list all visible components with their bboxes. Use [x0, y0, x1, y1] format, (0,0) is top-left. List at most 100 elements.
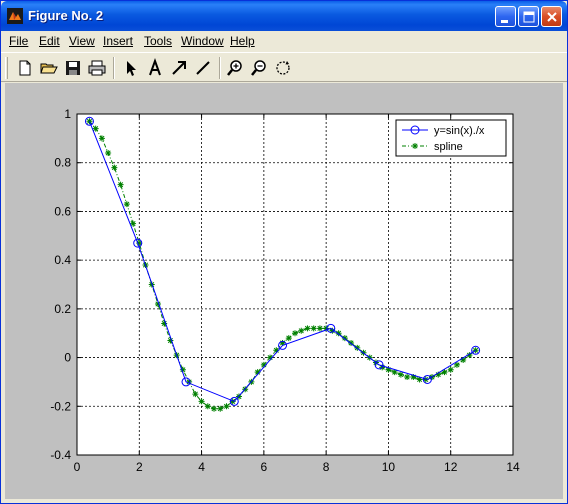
star-marker	[404, 374, 411, 381]
menu-help-label: Help	[230, 34, 255, 48]
star-marker	[117, 181, 124, 188]
menu-bar: File Edit View Insert Tools Window Help	[1, 31, 567, 51]
save-icon[interactable]	[63, 58, 83, 78]
star-marker	[198, 398, 205, 405]
x-tick-label: 12	[444, 460, 458, 474]
menu-help[interactable]: Help	[230, 34, 255, 48]
y-tick-label: -0.2	[50, 399, 71, 413]
menu-window-label: Window	[181, 34, 224, 48]
y-tick-label: 0.4	[54, 253, 71, 267]
star-marker	[292, 330, 298, 337]
axes-background[interactable]	[77, 114, 513, 455]
plot-svg: 0 2 4 6 8 10 12 14 -0.4 -0.2 0 0.2 0.4 0.6 0.8 1 y=sin(…	[50, 107, 520, 474]
star-marker	[111, 164, 118, 171]
window-title: Figure No. 2	[28, 8, 104, 23]
toolbar	[1, 52, 567, 82]
x-tick-label: 0	[74, 460, 81, 474]
spline-point	[304, 325, 311, 332]
menu-file-label: File	[9, 34, 29, 48]
toolbar-separator	[113, 57, 115, 79]
insert-arrow-icon[interactable]	[169, 58, 189, 78]
spline-point	[211, 405, 218, 412]
spline-point	[298, 327, 305, 334]
star-marker	[98, 135, 105, 142]
star-marker	[123, 201, 130, 208]
spline-point	[223, 403, 230, 410]
legend[interactable]: y=sin(x)./x spline	[395, 119, 507, 157]
menu-insert-label: Insert	[103, 34, 134, 48]
x-tick-label: 14	[506, 460, 520, 474]
menu-edit-label: Edit	[39, 34, 60, 48]
figure-window: Figure No. 2 File Edit View Insert Tools…	[0, 0, 568, 504]
spline-point	[292, 330, 298, 337]
star-marker	[192, 391, 199, 398]
spline-point	[123, 201, 130, 208]
menu-view-label: View	[69, 34, 95, 48]
axes-plot-area[interactable]	[77, 114, 513, 455]
spline-point	[310, 325, 317, 332]
star-marker	[105, 149, 112, 156]
minimize-button[interactable]	[495, 6, 516, 27]
x-tick-label: 4	[198, 460, 205, 474]
y-tick-label: 0	[64, 351, 71, 365]
spline-point	[198, 398, 205, 405]
spline-point	[217, 405, 224, 412]
spline-point	[192, 391, 199, 398]
x-tick-label: 2	[136, 460, 143, 474]
menu-view[interactable]: View	[69, 34, 95, 48]
y-tick-label: 0.8	[54, 156, 71, 170]
legend-sinx-label: y=sin(x)./x	[434, 125, 485, 137]
star-marker	[211, 405, 218, 412]
star-marker	[285, 335, 292, 342]
matlab-logo-icon	[7, 8, 23, 24]
menu-edit[interactable]: Edit	[39, 34, 60, 48]
toolbar-separator	[219, 57, 221, 79]
spline-point	[98, 135, 105, 142]
menu-file[interactable]: File	[9, 34, 28, 48]
legend-spline-marker	[412, 143, 418, 149]
menu-window[interactable]: Window	[181, 34, 224, 48]
menu-tools-label: Tools	[144, 34, 173, 48]
open-folder-icon[interactable]	[39, 58, 59, 78]
spline-point	[316, 325, 323, 332]
rotate-3d-icon[interactable]	[273, 58, 293, 78]
spline-point	[117, 181, 124, 188]
spline-point	[111, 164, 118, 171]
spline-point	[105, 149, 112, 156]
x-tick-label: 6	[261, 460, 268, 474]
maximize-button[interactable]	[518, 6, 539, 27]
print-icon[interactable]	[87, 58, 107, 78]
minimize-icon	[501, 20, 508, 23]
legend-spline-label: spline	[434, 141, 463, 153]
star-marker	[447, 366, 454, 373]
y-tick-label: 0.2	[54, 302, 71, 316]
maximize-icon	[523, 11, 535, 23]
figure-canvas: 0 2 4 6 8 10 12 14 -0.4 -0.2 0 0.2 0.4 0.6 0.8 1 y=sin(…	[5, 83, 563, 499]
x-tick-label: 10	[382, 460, 396, 474]
star-marker	[217, 405, 224, 412]
menu-insert[interactable]: Insert	[103, 34, 133, 48]
star-marker	[316, 325, 323, 332]
title-bar[interactable]: Figure No. 2	[1, 1, 567, 31]
star-marker	[298, 327, 305, 334]
star-marker	[223, 403, 230, 410]
close-icon	[547, 12, 557, 22]
star-marker	[304, 325, 311, 332]
spline-point	[404, 374, 411, 381]
y-tick-label: 0.6	[54, 204, 71, 218]
menu-tools[interactable]: Tools	[144, 34, 172, 48]
y-tick-label: -0.4	[50, 448, 71, 462]
insert-line-icon[interactable]	[193, 58, 213, 78]
close-button[interactable]	[541, 6, 562, 27]
zoom-in-icon[interactable]	[225, 58, 245, 78]
zoom-out-icon[interactable]	[249, 58, 269, 78]
y-tick-label: 1	[64, 107, 71, 121]
spline-point	[285, 335, 292, 342]
star-marker	[204, 403, 211, 410]
spline-point	[204, 403, 211, 410]
new-file-icon[interactable]	[15, 58, 35, 78]
toolbar-grip[interactable]	[5, 57, 8, 79]
insert-text-icon[interactable]	[145, 58, 165, 78]
select-arrow-icon[interactable]	[121, 58, 141, 78]
spline-point	[447, 366, 454, 373]
